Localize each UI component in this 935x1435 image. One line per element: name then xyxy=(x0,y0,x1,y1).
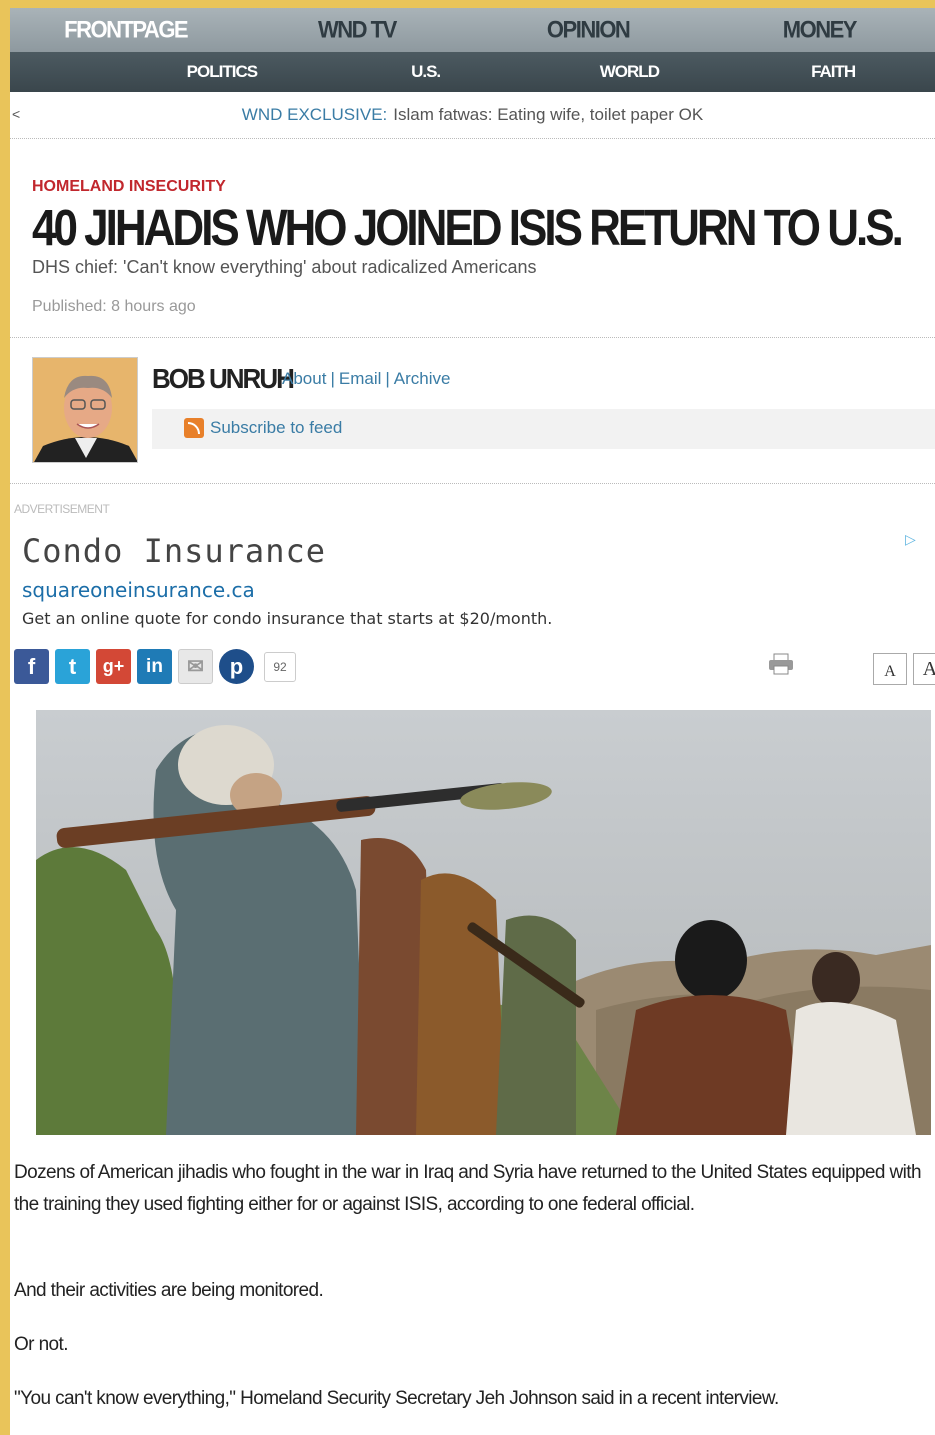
primary-nav: FRONTPAGE WND TV OPINION MONEY xyxy=(10,8,935,52)
author-about-link[interactable]: About xyxy=(282,369,326,388)
author-email-link[interactable]: Email xyxy=(339,369,382,388)
nav-us[interactable]: U.S. xyxy=(324,62,528,82)
article-photo xyxy=(36,710,931,1135)
ad-description[interactable]: Get an online quote for condo insurance … xyxy=(22,609,552,628)
article-kicker[interactable]: HOMELAND INSECURITY xyxy=(32,178,226,196)
twitter-share-icon[interactable]: t xyxy=(55,649,90,684)
nav-faith[interactable]: FAITH xyxy=(731,62,935,82)
share-count: 92 xyxy=(264,651,296,682)
divider xyxy=(10,337,935,338)
author-archive-link[interactable]: Archive xyxy=(394,369,451,388)
secondary-nav: POLITICS U.S. WORLD FAITH xyxy=(10,52,935,92)
google-plus-share-icon[interactable]: g+ xyxy=(96,649,131,684)
subscribe-feed-label: Subscribe to feed xyxy=(210,418,343,437)
font-increase-button[interactable]: A xyxy=(913,653,935,685)
news-ticker: < WND EXCLUSIVE: Islam fatwas: Eating wi… xyxy=(10,92,935,139)
ticker-headline[interactable]: Islam fatwas: Eating wife, toilet paper … xyxy=(393,105,703,125)
advertisement-label: ADVERTISEMENT xyxy=(14,502,110,516)
linkedin-share-icon[interactable]: in xyxy=(137,649,172,684)
font-decrease-button[interactable]: A xyxy=(873,653,907,685)
link-separator: | xyxy=(330,369,335,388)
ad-title[interactable]: Condo Insurance xyxy=(22,532,326,570)
share-bar: f t g+ in ✉ p 92 xyxy=(14,649,296,684)
author-avatar[interactable] xyxy=(32,357,138,463)
nav-money[interactable]: MONEY xyxy=(704,16,935,45)
article-published-date: Published: 8 hours ago xyxy=(32,298,196,315)
ad-url[interactable]: squareoneinsurance.ca xyxy=(22,578,255,602)
article-paragraph: Dozens of American jihadis who fought in… xyxy=(14,1162,922,1215)
article-paragraph: And their activities are being monitored… xyxy=(14,1280,324,1301)
nav-world[interactable]: WORLD xyxy=(528,62,732,82)
divider xyxy=(10,483,935,484)
nav-frontpage[interactable]: FRONTPAGE xyxy=(10,16,241,45)
article-paragraph: Or not. xyxy=(14,1334,68,1355)
subscribe-feed-link[interactable]: Subscribe to feed xyxy=(184,418,342,438)
nav-politics[interactable]: POLITICS xyxy=(120,62,324,82)
nav-opinion[interactable]: OPINION xyxy=(473,16,704,45)
link-separator: | xyxy=(385,369,390,388)
rss-icon xyxy=(184,418,204,438)
ad-choices-icon[interactable]: ▷ xyxy=(905,531,935,551)
ticker-prev-arrow-icon[interactable]: < xyxy=(12,106,20,122)
article-subhead: DHS chief: 'Can't know everything' about… xyxy=(32,257,537,277)
email-share-icon[interactable]: ✉ xyxy=(178,649,213,684)
facebook-share-icon[interactable]: f xyxy=(14,649,49,684)
pinterest-share-icon[interactable]: p xyxy=(219,649,254,684)
nav-wnd-tv[interactable]: WND TV xyxy=(241,16,472,45)
author-links: About | Email | Archive xyxy=(282,369,450,389)
page: FRONTPAGE WND TV OPINION MONEY POLITICS … xyxy=(10,8,935,1435)
print-icon[interactable] xyxy=(768,653,794,675)
ticker-label[interactable]: WND EXCLUSIVE: xyxy=(242,105,387,125)
article-paragraph: "You can't know everything," Homeland Se… xyxy=(14,1388,779,1409)
author-name[interactable]: BOB UNRUH xyxy=(152,363,295,396)
article-headline: 40 JIHADIS WHO JOINED ISIS RETURN TO U.S… xyxy=(32,200,904,257)
